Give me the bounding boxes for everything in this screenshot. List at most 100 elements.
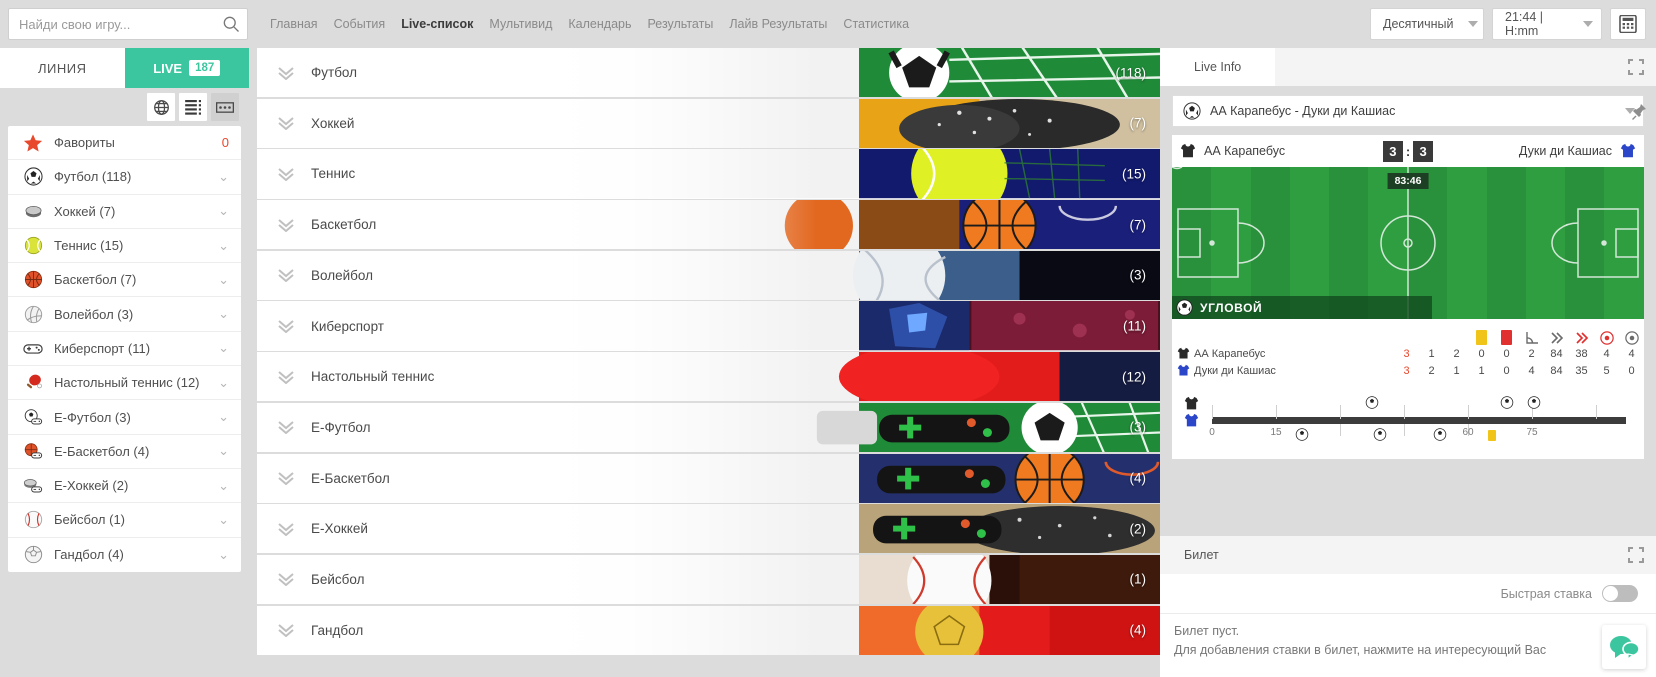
chevron-down-icon[interactable] [275, 66, 297, 80]
nav-item-4[interactable]: Календарь [568, 17, 631, 31]
stat-value: 4 [1528, 364, 1535, 377]
sidebar-item-favorites[interactable]: Фавориты 0 [8, 126, 241, 161]
nav-item-0[interactable]: Главная [270, 17, 318, 31]
search-input[interactable] [19, 16, 221, 32]
chevron-down-icon[interactable] [275, 218, 297, 232]
list-view-button[interactable] [179, 93, 207, 121]
shots-on-target-header [1594, 331, 1619, 345]
tab-live[interactable]: LIVE 187 [124, 48, 249, 88]
banner-row[interactable]: Гандбол (4) [257, 605, 1160, 655]
time-format-select[interactable]: 21:44 | H:mm [1492, 8, 1602, 40]
banner-label: Волейбол [311, 267, 373, 283]
stat-goals: 3 [1403, 364, 1410, 377]
sidebar-item-table-tennis[interactable]: Настольный теннис (12) ⌄ [8, 366, 241, 401]
away-score: 3 [1413, 140, 1434, 162]
shots-header [1619, 331, 1644, 345]
sidebar-item-handball[interactable]: Гандбол (4) ⌄ [8, 538, 241, 572]
tab-line[interactable]: ЛИНИЯ [0, 48, 125, 88]
stats-team-name: АА Карапебус [1194, 347, 1266, 360]
chevron-down-icon[interactable]: ⌄ [218, 512, 229, 528]
sidebar-item-e-basketball[interactable]: Е-Баскетбол (4) ⌄ [8, 435, 241, 469]
odds-format-select[interactable]: Десятичный [1370, 8, 1484, 40]
nav-item-3[interactable]: Мультивид [489, 17, 552, 31]
chevron-down-icon[interactable]: ⌄ [218, 238, 229, 254]
tab-ticket[interactable]: Билет [1160, 536, 1231, 574]
sidebar-item-volleyball[interactable]: Волейбол (3) ⌄ [8, 297, 241, 332]
timeline-tick-label: 60 [1462, 427, 1474, 438]
expand-icon[interactable] [1628, 59, 1644, 75]
quick-bet-toggle[interactable] [1602, 585, 1638, 602]
banner-row[interactable]: Теннис (15) [257, 149, 1160, 199]
banner-row[interactable]: Баскетбол (7) [257, 200, 1160, 250]
chevron-down-icon[interactable]: ⌄ [218, 547, 229, 563]
chevron-down-icon[interactable] [275, 319, 297, 334]
pin-icon[interactable] [1632, 104, 1646, 120]
chevron-down-icon[interactable]: ⌄ [218, 409, 229, 425]
coupon-view-button[interactable] [211, 93, 239, 121]
banner-row[interactable]: Е-Футбол (3) [257, 402, 1160, 452]
chevron-down-icon[interactable]: ⌄ [218, 203, 229, 219]
chevron-down-icon[interactable] [275, 471, 297, 486]
nav-item-6[interactable]: Лайв Результаты [729, 17, 827, 31]
nav-item-7[interactable]: Статистика [843, 17, 909, 31]
sidebar-item-label: Волейбол (3) [54, 306, 134, 322]
banner-row[interactable]: Хоккей (7) [257, 98, 1160, 148]
timeline-goal-event [1365, 396, 1379, 412]
sidebar-item-esport[interactable]: Киберспорт (11) ⌄ [8, 332, 241, 367]
chevron-down-icon[interactable] [275, 268, 297, 283]
sidebar-item-e-hockey[interactable]: Е-Хоккей (2) ⌄ [8, 469, 241, 504]
expand-icon[interactable] [1628, 547, 1644, 563]
calculator-button[interactable] [1610, 8, 1646, 40]
sidebar-item-e-football[interactable]: Е-Футбол (3) ⌄ [8, 400, 241, 435]
sidebar-item-basketball[interactable]: Баскетбол (7) ⌄ [8, 263, 241, 298]
chevron-down-icon[interactable] [275, 522, 297, 536]
chat-button[interactable] [1602, 625, 1646, 669]
corner-icon [1525, 332, 1538, 344]
chevron-down-icon[interactable] [275, 167, 297, 181]
sidebar-item-tennis[interactable]: Теннис (15) ⌄ [8, 229, 241, 264]
stat-value: 0 [1478, 347, 1485, 360]
chevron-down-icon[interactable]: ⌄ [218, 478, 229, 494]
stat-value: 4 [1628, 347, 1635, 360]
banner-row[interactable]: Волейбол (3) [257, 250, 1160, 300]
chevron-down-icon[interactable]: ⌄ [218, 306, 229, 322]
chevron-down-icon[interactable] [275, 116, 297, 131]
chevron-down-icon[interactable]: ⌄ [218, 340, 229, 356]
match-select[interactable]: АА Карапебус - Дуки ди Кашиас [1172, 95, 1644, 127]
yellow-card-header [1469, 330, 1494, 345]
nav-item-1[interactable]: События [334, 17, 386, 31]
chevron-down-icon[interactable] [275, 623, 297, 638]
ticket-empty-message: Билет пуст. Для добавления ставки в биле… [1160, 614, 1656, 677]
banner-label: Е-Баскетбол [311, 470, 390, 486]
nav-item-5[interactable]: Результаты [647, 17, 713, 31]
banner-label: Киберспорт [311, 318, 384, 334]
banner-row[interactable]: Е-Хоккей (2) [257, 504, 1160, 554]
chevron-down-icon[interactable] [275, 572, 297, 587]
stat-value: 1 [1478, 364, 1485, 377]
stat-value: 0 [1628, 364, 1635, 377]
chevron-down-icon[interactable] [275, 370, 297, 384]
search-box[interactable] [8, 8, 248, 40]
timeline-tick [1212, 405, 1213, 419]
sidebar-item-baseball[interactable]: Бейсбол (1) ⌄ [8, 503, 241, 538]
banner-row[interactable]: Е-Баскетбол (4) [257, 453, 1160, 503]
banner-row[interactable]: Бейсбол (1) [257, 554, 1160, 605]
sidebar-item-label: Фавориты [54, 135, 115, 151]
chevron-down-icon[interactable]: ⌄ [218, 375, 229, 391]
globe-view-button[interactable] [147, 93, 175, 121]
tab-live-info[interactable]: Live Info [1160, 48, 1276, 86]
banner-row[interactable]: Футбол (118) [257, 48, 1160, 98]
banner-row[interactable]: Настольный теннис (12) [257, 352, 1160, 402]
match-name: АА Карапебус - Дуки ди Кашиас [1210, 104, 1396, 118]
sidebar-item-football[interactable]: Футбол (118) ⌄ [8, 160, 241, 195]
banner-row[interactable]: Киберспорт (11) [257, 301, 1160, 351]
chevron-down-icon[interactable]: ⌄ [218, 169, 229, 185]
chevron-down-icon[interactable] [275, 420, 297, 435]
nav-item-2[interactable]: Live-список [401, 17, 473, 31]
chevron-down-icon[interactable]: ⌄ [218, 443, 229, 459]
search-icon[interactable] [221, 14, 241, 34]
banner-count: (3) [1129, 267, 1147, 283]
sidebar-item-hockey[interactable]: Хоккей (7) ⌄ [8, 195, 241, 229]
chevron-down-icon[interactable]: ⌄ [218, 272, 229, 288]
shirt-dark-icon [1184, 396, 1199, 410]
